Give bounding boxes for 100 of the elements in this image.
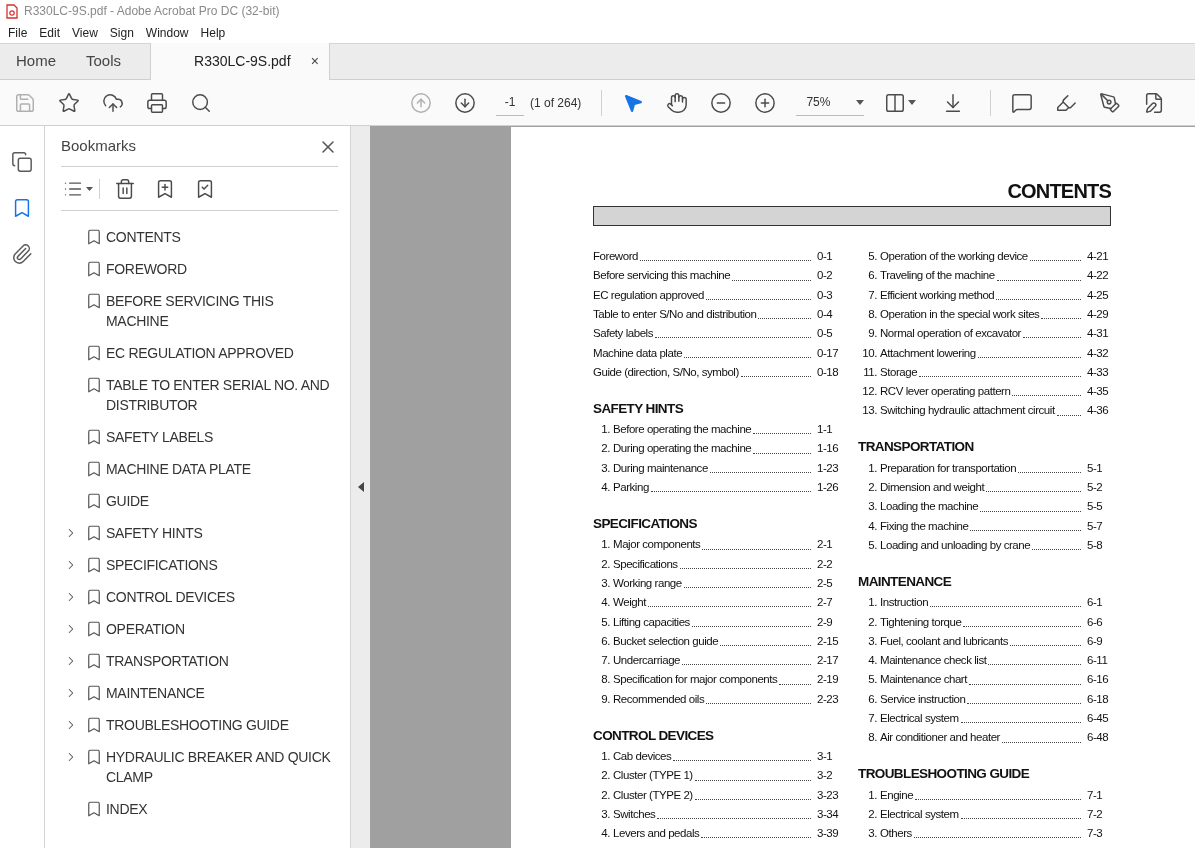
zoom-dropdown[interactable]: 75% — [796, 89, 865, 116]
page-number: 6-45 — [1086, 711, 1110, 726]
page-number: 2-1 — [816, 537, 834, 553]
page-number: 7-3 — [1086, 826, 1104, 842]
entry-number: 10. — [861, 345, 878, 361]
menu-item[interactable]: Window — [139, 23, 195, 42]
menu-item[interactable]: File — [2, 23, 34, 42]
page-number: 2-7 — [816, 595, 834, 611]
entry-title: Bucket selection guide — [613, 633, 719, 649]
page-count: (1 of 264) — [530, 94, 582, 112]
page-number: 6-6 — [1086, 614, 1104, 630]
entry-title: During maintenance — [613, 460, 708, 476]
entry-title: Tightening torque — [880, 614, 962, 630]
entry-number: 5. — [867, 537, 878, 553]
entry-number: 3. — [600, 575, 611, 591]
page-number-field[interactable]: -1 — [496, 89, 524, 116]
menu-item[interactable]: Help — [194, 23, 232, 42]
entry-number: 3. — [600, 460, 611, 476]
close-tab-button[interactable]: × — [310, 51, 320, 72]
bookmark-item[interactable]: EC REGULATION APPROVED — [61, 337, 338, 369]
menu-item[interactable]: Sign — [103, 23, 140, 42]
entry-title: Preparation for transportation — [880, 460, 1017, 476]
entry-number: 7. — [600, 653, 611, 669]
bookmark-item[interactable]: SAFETY HINTS — [61, 517, 338, 549]
page-number: 3-2 — [816, 768, 834, 784]
section-heading: CONTROL DEVICES — [593, 726, 715, 745]
bookmark-item[interactable]: TROUBLESHOOTING GUIDE — [61, 709, 338, 741]
entry-number: 2. — [600, 768, 611, 784]
entry-number: 3. — [867, 826, 878, 842]
page-fit-button[interactable] — [884, 91, 917, 114]
entry-number: 1. — [867, 460, 878, 476]
page-number: 0-4 — [816, 306, 834, 322]
bookmark-item[interactable]: TRANSPORTATION — [61, 645, 338, 677]
entry-number: 1. — [867, 787, 878, 803]
pdf-file-icon — [6, 3, 18, 19]
entry-title: Service instruction — [880, 691, 966, 707]
entry-number: 7. — [867, 711, 878, 726]
bookmark-item[interactable]: CONTENTS — [61, 221, 338, 253]
entry-title: Instruction — [880, 595, 929, 611]
entry-number: 1. — [867, 595, 878, 611]
page-number: 2-15 — [816, 633, 840, 649]
page-number: 6-18 — [1086, 691, 1110, 707]
page-number: 5-5 — [1086, 499, 1104, 515]
entry-number: 4. — [600, 826, 611, 842]
nav-tab[interactable]: Tools — [71, 44, 137, 79]
collapse-panel-icon[interactable] — [357, 482, 364, 492]
bookmark-item[interactable]: HYDRAULIC BREAKER AND QUICK CLAMP — [61, 741, 338, 793]
entry-title: Specifications — [613, 556, 678, 572]
entry-title: Air conditioner and heater — [880, 730, 1000, 746]
page-number: 3-39 — [816, 826, 840, 842]
entry-number: 8. — [867, 730, 878, 746]
entry-number: 6. — [600, 633, 611, 649]
page-number: 5-7 — [1086, 518, 1104, 534]
bookmark-item[interactable]: CONTROL DEVICES — [61, 581, 338, 613]
page-number: 5-1 — [1086, 460, 1104, 476]
bookmark-item[interactable]: SPECIFICATIONS — [61, 549, 338, 581]
entry-number: 5. — [867, 249, 878, 265]
entry-number: 8. — [600, 672, 611, 688]
page-number: 4-35 — [1086, 384, 1110, 400]
bookmark-item[interactable]: INDEX — [61, 793, 338, 825]
entry-title: Major components — [613, 537, 701, 553]
page-title: CONTENTS — [1007, 179, 1111, 203]
entry-title: Levers and pedals — [613, 826, 700, 842]
options-button[interactable] — [63, 178, 100, 199]
entry-title: Lifting capacities — [613, 614, 690, 630]
window-title: R330LC-9S.pdf - Adobe Acrobat Pro DC (32-bit) — [24, 3, 280, 20]
document-tab[interactable]: R330LC-9S.pdf × — [150, 43, 331, 80]
page-number: 3-23 — [816, 787, 840, 803]
entry-number: 2. — [600, 787, 611, 803]
entry-title: Maintenance check list — [880, 653, 987, 669]
page-number: 0-2 — [816, 268, 834, 284]
bookmark-item[interactable]: MACHINE DATA PLATE — [61, 453, 338, 485]
bookmark-item[interactable]: FOREWORD — [61, 253, 338, 285]
menu-item[interactable]: View — [66, 23, 104, 42]
entry-title: Electrical system — [880, 711, 959, 726]
bookmark-item[interactable]: MAINTENANCE — [61, 677, 338, 709]
bookmark-item[interactable]: SAFETY LABELS — [61, 421, 338, 453]
page-number: 4-31 — [1086, 326, 1110, 342]
entry-number: 1. — [600, 422, 611, 438]
entry-title: Electrical system — [880, 806, 959, 822]
entry-title: RCV lever operating pattern — [880, 384, 1011, 400]
bookmark-item[interactable]: BEFORE SERVICING THIS MACHINE — [61, 285, 338, 337]
page-number: 4-33 — [1086, 364, 1110, 380]
bookmark-item[interactable]: OPERATION — [61, 613, 338, 645]
page-number: 3-34 — [816, 806, 840, 822]
entry-title: Storage — [880, 364, 918, 380]
page-number: 3-1 — [816, 749, 834, 764]
entry-title: During operating the machine — [613, 441, 752, 457]
entry-number: 1. — [600, 749, 611, 764]
entry-number: 4. — [600, 595, 611, 611]
caret-icon — [856, 99, 865, 105]
entry-number: 3. — [867, 633, 878, 649]
bookmark-item[interactable]: TABLE TO ENTER SERIAL NO. AND DISTRIBUTOR — [61, 369, 338, 421]
entry-number: 5. — [600, 614, 611, 630]
menu-item[interactable]: Edit — [33, 23, 67, 42]
bookmark-item[interactable]: GUIDE — [61, 485, 338, 517]
nav-tab[interactable]: Home — [0, 44, 71, 79]
page-number: 6-9 — [1086, 633, 1104, 649]
page-number: 0-1 — [816, 249, 834, 265]
entry-number: 9. — [867, 326, 878, 342]
